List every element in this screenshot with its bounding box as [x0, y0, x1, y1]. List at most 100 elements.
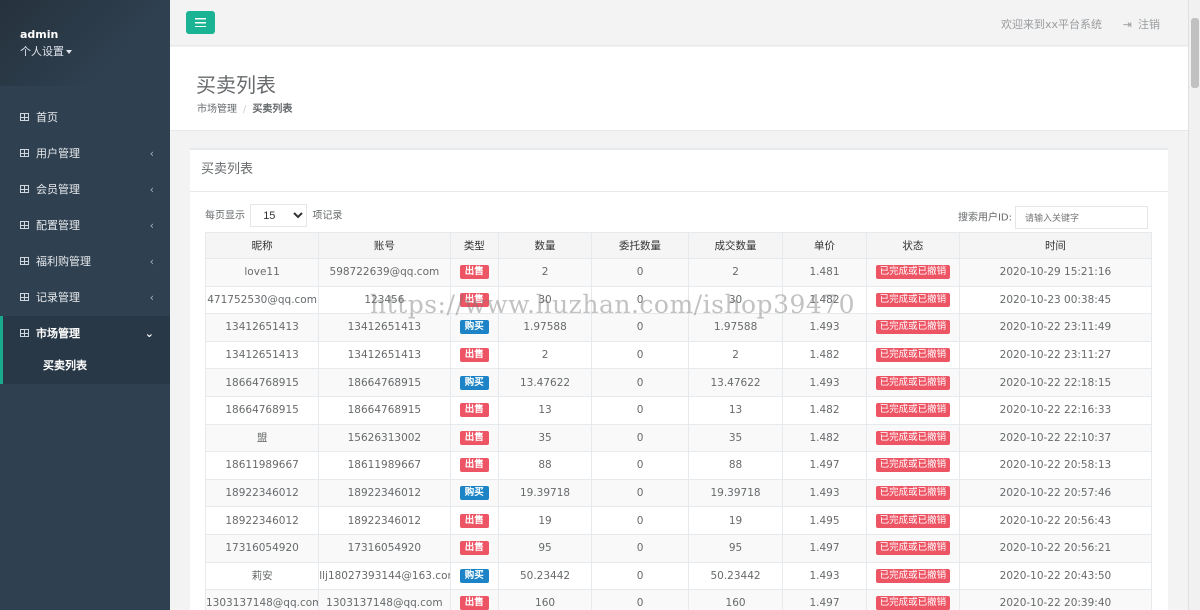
col-nickname-header[interactable]: 昵称 [204, 232, 320, 259]
search-input[interactable] [1015, 206, 1148, 229]
type-badge: 出售 [459, 513, 489, 528]
col-status-cell: 已完成或已撤销 [865, 533, 960, 563]
status-badge: 已完成或已撤销 [875, 458, 951, 473]
col-type-cell: 出售 [449, 395, 500, 425]
table-icon [20, 329, 29, 337]
col-time-cell: 2020-10-29 15:21:16 [958, 258, 1153, 287]
sidebar-item-config-management[interactable]: 配置管理 ‹ [0, 208, 170, 244]
per-page-prefix: 每页显示 [205, 210, 245, 222]
col-type-header[interactable]: 类型 [449, 232, 500, 259]
col-time-cell: 2020-10-22 22:16:33 [958, 395, 1153, 425]
col-nickname-cell: 18664768915 [204, 395, 320, 425]
page-title: 买卖列表 [196, 73, 276, 97]
col-account-cell: 18664768915 [318, 368, 451, 397]
status-badge: 已完成或已撤销 [875, 513, 951, 528]
profile-block: admin 个人设置 [0, 0, 170, 86]
col-nickname-cell: 1303137148@qq.com [204, 589, 320, 610]
page-heading: 买卖列表 市场管理 / 买卖列表 [170, 47, 1188, 131]
status-badge: 已完成或已撤销 [875, 430, 951, 445]
scrollbar-thumb[interactable] [1191, 18, 1199, 88]
col-nickname-cell: 17316054920 [204, 533, 320, 563]
table-row: 18664768915 18664768915 出售 13 0 13 1.482 已完成或已撤… [204, 395, 1153, 425]
type-badge: 出售 [459, 596, 489, 610]
col-filled-cell: 160 [688, 589, 784, 610]
sidebar-item-label: 用户管理 [36, 147, 80, 160]
col-filled-header[interactable]: 成交数量 [688, 232, 784, 259]
col-price-header[interactable]: 单价 [782, 232, 867, 259]
col-quantity-header[interactable]: 数量 [498, 232, 593, 259]
table-row: 13412651413 13412651413 出售 2 0 2 1.482 已完成或已撤销 2… [204, 340, 1153, 370]
table-row: 471752530@qq.com 123456 出售 30 0 30 1.482 已完成或已撤… [204, 285, 1153, 315]
col-quantity-cell: 13.47622 [498, 368, 593, 397]
col-type-cell: 出售 [449, 423, 500, 453]
col-price-cell: 1.493 [782, 368, 867, 397]
sidebar-item-welfare-management[interactable]: 福利购管理 ‹ [0, 244, 170, 280]
type-badge: 购买 [459, 375, 489, 390]
col-entrusted-cell: 0 [591, 478, 690, 508]
status-badge: 已完成或已撤销 [875, 265, 951, 280]
sidebar-item-home[interactable]: 首页 [0, 100, 170, 136]
col-quantity-cell: 19.39718 [498, 478, 593, 508]
col-type-cell: 购买 [449, 368, 500, 397]
col-nickname-cell: 18611989667 [204, 451, 320, 480]
logout-link[interactable]: ⇥ 注销 [1123, 16, 1160, 32]
sidebar-item-member-management[interactable]: 会员管理 ‹ [0, 172, 170, 208]
search-label: 搜索用户ID: [957, 212, 1012, 224]
col-status-cell: 已完成或已撤销 [865, 478, 960, 508]
welcome-text: 欢迎来到xx平台系统 [1000, 18, 1102, 31]
col-type-cell: 出售 [449, 340, 500, 370]
table-row: 17316054920 17316054920 出售 95 0 95 1.497 已完成或已撤… [204, 533, 1153, 563]
chevron-down-icon: ⌄ [144, 327, 154, 340]
col-account-cell: 598722639@qq.com [318, 258, 451, 287]
table-header-row: 昵称 账号 类型 数量 委托数量 成交数量 单价 状态 时间 [204, 232, 1153, 259]
sidebar-item-label: 记录管理 [36, 291, 80, 304]
type-badge: 出售 [459, 403, 489, 418]
col-nickname-cell: 13412651413 [204, 313, 320, 342]
col-nickname-cell: 莉安 [204, 561, 320, 591]
table-icon [20, 293, 29, 301]
page-scrollbar[interactable] [1188, 0, 1200, 610]
status-badge: 已完成或已撤销 [875, 292, 951, 307]
type-badge: 购买 [459, 568, 489, 583]
col-filled-cell: 50.23442 [688, 561, 784, 591]
col-price-cell: 1.495 [782, 506, 867, 535]
sidebar-item-user-management[interactable]: 用户管理 ‹ [0, 136, 170, 172]
col-entrusted-cell: 0 [591, 340, 690, 370]
caret-down-icon [66, 50, 72, 54]
status-badge: 已完成或已撤销 [875, 403, 951, 418]
sidebar-item-label: 福利购管理 [36, 255, 91, 268]
col-type-cell: 出售 [449, 506, 500, 535]
status-badge: 已完成或已撤销 [875, 568, 951, 583]
sign-out-icon: ⇥ [1122, 18, 1132, 31]
col-entrusted-header[interactable]: 委托数量 [591, 232, 690, 259]
page-length-select[interactable]: 15 [250, 204, 308, 227]
sidebar-subitem-trade-list[interactable]: 买卖列表 [0, 352, 170, 384]
col-nickname-cell: 13412651413 [204, 340, 320, 370]
col-nickname-cell: 18922346012 [204, 478, 320, 508]
type-badge: 出售 [459, 430, 489, 445]
col-time-cell: 2020-10-22 20:43:50 [958, 561, 1153, 591]
col-account-cell: 13412651413 [318, 313, 451, 342]
col-account-header[interactable]: 账号 [318, 232, 451, 259]
col-quantity-cell: 2 [498, 340, 593, 370]
sidebar-item-label: 首页 [36, 111, 58, 124]
col-status-header[interactable]: 状态 [865, 232, 960, 259]
col-account-cell: 18664768915 [318, 395, 451, 425]
col-status-cell: 已完成或已撤销 [865, 340, 960, 370]
col-entrusted-cell: 0 [591, 506, 690, 535]
menu-toggle-button[interactable] [186, 11, 215, 34]
col-account-cell: 15626313002 [318, 423, 451, 453]
sidebar-item-record-management[interactable]: 记录管理 ‹ [0, 280, 170, 316]
sidebar-item-market-management[interactable]: 市场管理 ⌄ [0, 316, 170, 352]
col-quantity-cell: 13 [498, 395, 593, 425]
personal-settings-dropdown[interactable]: 个人设置 [20, 43, 170, 59]
breadcrumb-parent-link[interactable]: 市场管理 [197, 104, 237, 115]
col-filled-cell: 95 [688, 533, 784, 563]
col-entrusted-cell: 0 [591, 589, 690, 610]
chevron-left-icon: ‹ [149, 147, 154, 160]
top-navbar: 欢迎来到xx平台系统 ⇥ 注销 [170, 0, 1188, 46]
col-time-header[interactable]: 时间 [958, 232, 1153, 259]
col-time-cell: 2020-10-22 22:18:15 [958, 368, 1153, 397]
col-price-cell: 1.482 [782, 423, 867, 453]
col-status-cell: 已完成或已撤销 [865, 258, 960, 287]
